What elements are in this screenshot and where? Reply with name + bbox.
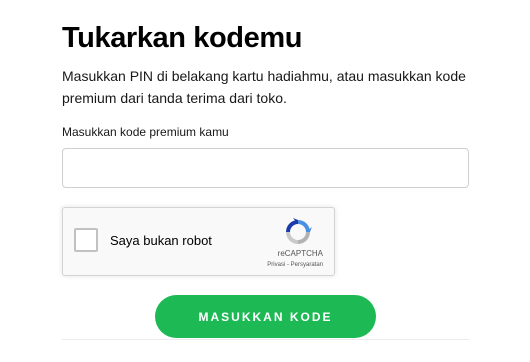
premium-code-input[interactable] [62, 148, 469, 188]
recaptcha-brand: reCAPTCHA [277, 249, 323, 258]
recaptcha-links: Privasi - Persyaratan [267, 262, 323, 268]
premium-code-label: Masukkan kode premium kamu [62, 125, 229, 139]
recaptcha-widget: Saya bukan robot reCAPTCHA Privasi - Per… [62, 207, 335, 276]
terms-link[interactable]: Persyaratan [291, 262, 323, 268]
submit-code-button[interactable]: MASUKKAN KODE [155, 295, 376, 338]
redeem-page: Tukarkan kodemu Masukkan PIN di belakang… [0, 0, 530, 362]
recaptcha-logo-icon [286, 218, 312, 244]
recaptcha-checkbox-label: Saya bukan robot [110, 233, 212, 248]
divider [62, 339, 469, 340]
privacy-link[interactable]: Privasi [267, 262, 285, 268]
page-title: Tukarkan kodemu [62, 22, 303, 54]
page-description: Masukkan PIN di belakang kartu hadiahmu,… [62, 68, 466, 106]
recaptcha-checkbox[interactable] [74, 228, 98, 252]
